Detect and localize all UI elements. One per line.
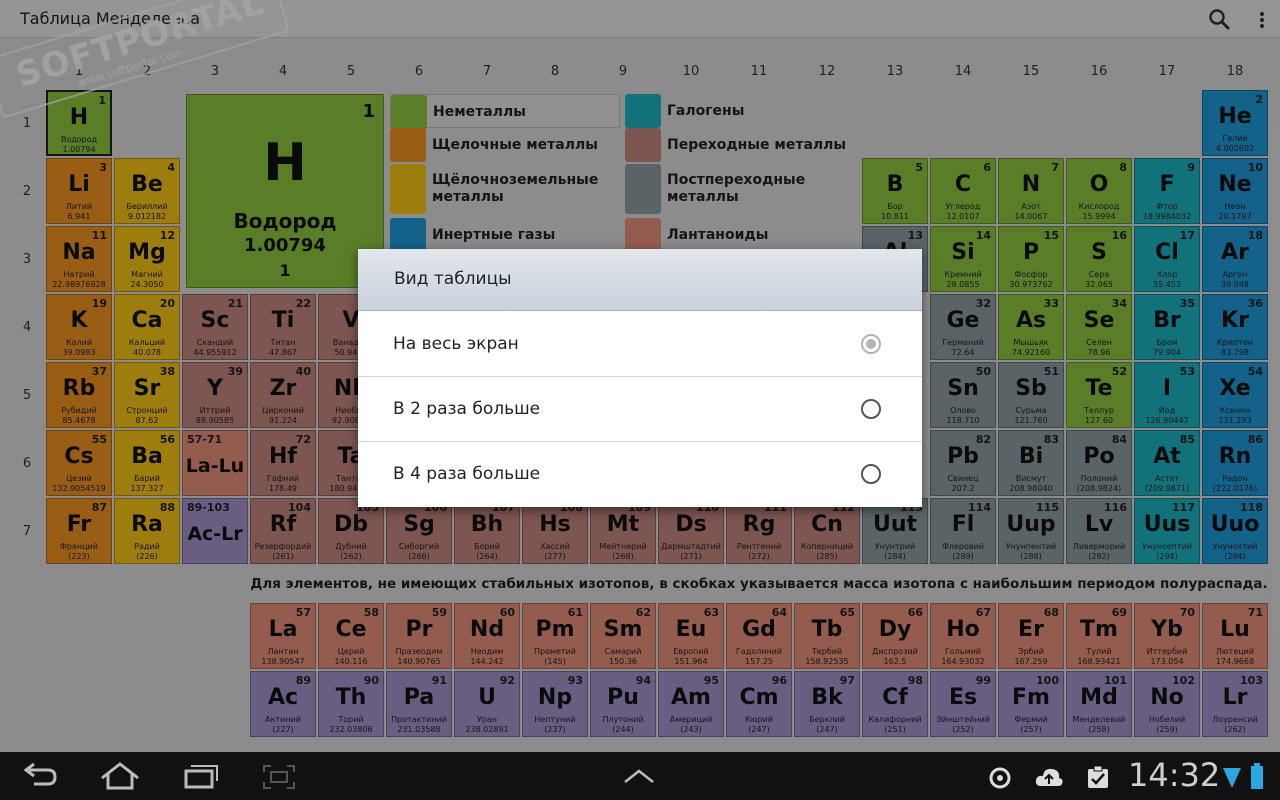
option-fullscreen[interactable]: На весь экран xyxy=(358,312,922,377)
option-label: На весь экран xyxy=(393,334,519,354)
radio-icon[interactable] xyxy=(861,399,881,419)
task-done-icon[interactable] xyxy=(1086,764,1110,790)
wifi-icon xyxy=(1222,764,1242,790)
recent-apps-icon[interactable] xyxy=(182,762,220,790)
dialog-header: Вид таблицы xyxy=(358,249,922,311)
notification-app-icon[interactable] xyxy=(988,766,1012,790)
dialog-title: Вид таблицы xyxy=(394,269,512,289)
option-4x[interactable]: В 4 раза больше xyxy=(358,442,922,507)
chevron-up-icon[interactable] xyxy=(622,766,656,786)
battery-icon xyxy=(1250,762,1264,790)
table-view-dialog: Вид таблицы На весь экран В 2 раза больш… xyxy=(358,249,922,507)
radio-icon[interactable] xyxy=(861,464,881,484)
option-label: В 2 раза больше xyxy=(393,399,541,419)
app-screen: Таблица Менделеева 1 2 3 4 5 6 7 8 9 10 11 12 13 14 15… xyxy=(0,0,1280,752)
radio-icon[interactable] xyxy=(861,334,881,354)
status-clock: 14:32 xyxy=(1128,756,1221,794)
home-icon[interactable] xyxy=(98,760,142,792)
screenshot-icon[interactable] xyxy=(262,764,296,790)
back-icon[interactable] xyxy=(20,762,60,790)
system-navigation-bar: 14:32 xyxy=(0,752,1280,800)
option-2x[interactable]: В 2 раза больше xyxy=(358,377,922,442)
option-label: В 4 раза больше xyxy=(393,464,541,484)
cloud-upload-icon[interactable] xyxy=(1034,764,1064,790)
